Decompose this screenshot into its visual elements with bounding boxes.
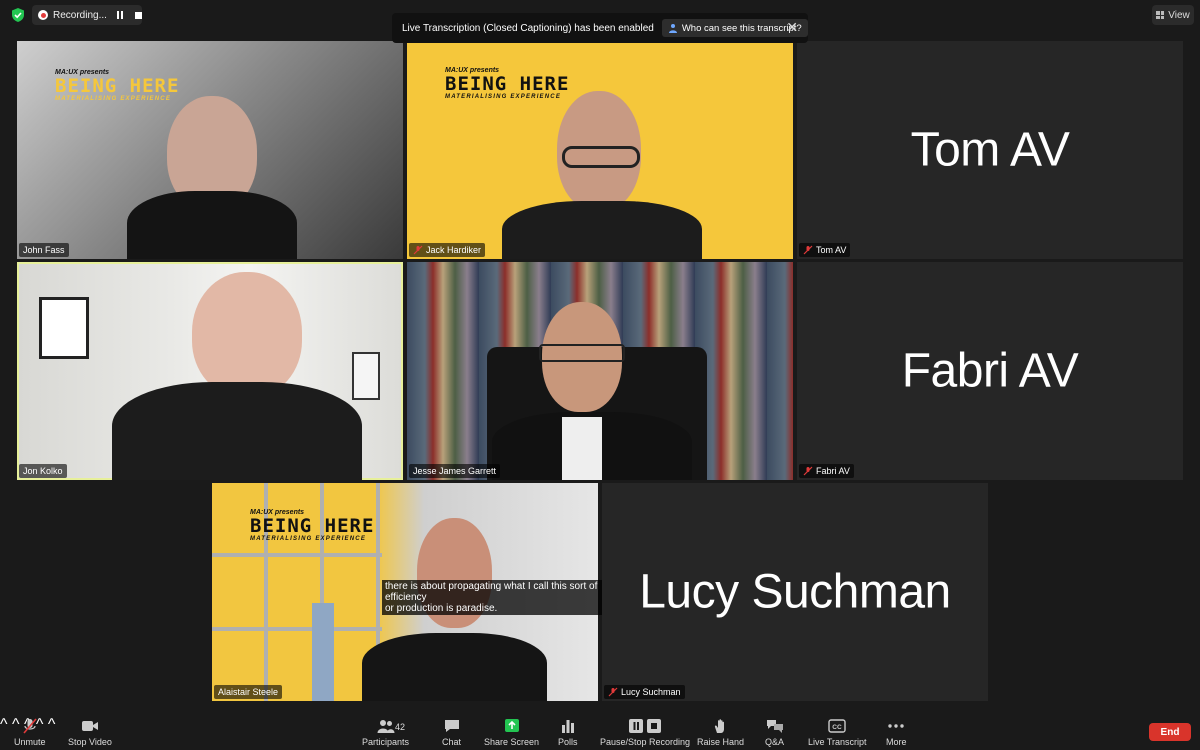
video-tile-jesse-james-garrett[interactable]: Jesse James Garrett xyxy=(407,262,793,480)
camera-icon xyxy=(81,721,98,731)
qa-button[interactable]: Q&A xyxy=(765,718,784,747)
participants-icon xyxy=(377,720,395,733)
mic-muted-icon xyxy=(803,466,813,476)
participant-torso xyxy=(112,382,362,480)
mic-muted-icon xyxy=(803,245,813,255)
meeting-toolbar: Unmute ^ Stop Video ^ Participants 42 ^ … xyxy=(0,716,1200,750)
cc-icon: CC xyxy=(828,719,846,733)
shield-icon[interactable] xyxy=(10,7,26,23)
polls-icon xyxy=(561,720,574,733)
view-button[interactable]: View xyxy=(1152,5,1194,25)
mic-muted-icon xyxy=(608,687,618,697)
participant-torso xyxy=(362,633,547,701)
close-icon[interactable]: ✕ xyxy=(786,20,798,34)
svg-text:CC: CC xyxy=(833,724,843,731)
name-tag: Jesse James Garrett xyxy=(409,464,501,478)
skyscraper xyxy=(312,603,334,701)
glasses xyxy=(562,146,640,168)
participant-torso xyxy=(127,191,297,259)
polls-button[interactable]: Polls xyxy=(558,718,578,747)
pause-stop-icon xyxy=(629,719,662,733)
video-tile-tom-av[interactable]: Tom AV Tom AV xyxy=(797,41,1183,259)
caption-line: there is about propagating what I call t… xyxy=(385,581,598,592)
recording-label: Recording... xyxy=(53,9,107,21)
brand-overlay: MA:UX presents BEING HERE MATERIALISING … xyxy=(250,509,375,542)
pause-icon[interactable] xyxy=(116,11,123,19)
participant-name-display: Tom AV xyxy=(910,123,1070,177)
unmute-button[interactable]: Unmute xyxy=(14,718,46,747)
caption-line: efficiency xyxy=(385,592,427,603)
video-tile-jon-kolko[interactable]: Jon Kolko xyxy=(17,262,403,480)
participant-head xyxy=(192,272,302,397)
name-tag: Alaistair Steele xyxy=(214,685,283,699)
video-tile-jack-hardiker[interactable]: MA:UX presents BEING HERE MATERIALISING … xyxy=(407,41,793,259)
live-transcript-button[interactable]: CC Live Transcript xyxy=(808,718,867,747)
more-icon xyxy=(888,724,904,728)
unmute-options-chevron[interactable]: ^ xyxy=(0,716,8,733)
end-meeting-button[interactable]: End xyxy=(1149,723,1191,741)
mic-muted-icon xyxy=(23,718,37,734)
wall-frame xyxy=(39,297,89,359)
name-tag: Tom AV xyxy=(799,243,851,257)
hand-icon xyxy=(714,719,724,733)
stop-icon[interactable] xyxy=(134,11,142,19)
wall-frame xyxy=(352,352,380,400)
share-screen-icon xyxy=(504,719,519,732)
participant-torso xyxy=(502,201,702,259)
transcript-options-chevron[interactable]: ^ xyxy=(48,716,56,733)
qa-icon xyxy=(766,720,783,733)
mic-muted-icon xyxy=(413,245,423,255)
grid-icon xyxy=(1156,11,1165,19)
video-tile-fabri-av[interactable]: Fabri AV Fabri AV xyxy=(797,262,1183,480)
share-screen-button[interactable]: Share Screen xyxy=(484,718,539,747)
shirt xyxy=(562,417,602,480)
participant-name-display: Lucy Suchman xyxy=(639,565,951,619)
name-tag: Jon Kolko xyxy=(19,464,67,478)
transcription-banner: Live Transcription (Closed Captioning) h… xyxy=(392,13,808,43)
raise-hand-button[interactable]: Raise Hand xyxy=(697,718,744,747)
name-tag: Jack Hardiker xyxy=(409,243,486,257)
participant-name-display: Fabri AV xyxy=(901,344,1079,398)
name-tag: Lucy Suchman xyxy=(604,685,685,699)
caption-line: or production is paradise. xyxy=(385,603,498,614)
person-icon xyxy=(668,24,677,33)
video-tile-lucy-suchman[interactable]: Lucy Suchman Lucy Suchman xyxy=(602,483,988,701)
chat-icon xyxy=(444,720,459,732)
participants-count: 42 xyxy=(395,722,406,732)
stop-video-button[interactable]: Stop Video xyxy=(68,718,112,747)
pause-stop-recording-button[interactable]: Pause/Stop Recording xyxy=(600,718,690,747)
name-tag: Fabri AV xyxy=(799,464,854,478)
more-button[interactable]: More xyxy=(886,718,907,747)
live-caption: there is about propagating what I call t… xyxy=(382,580,602,615)
who-can-see-label: Who can see this transcript? xyxy=(681,22,802,34)
recording-indicator[interactable]: Recording... xyxy=(32,5,142,25)
brand-overlay: MA:UX presents BEING HERE MATERIALISING … xyxy=(55,69,180,102)
video-tile-john-fass[interactable]: MA:UX presents BEING HERE MATERIALISING … xyxy=(17,41,403,259)
record-icon xyxy=(38,10,48,20)
view-label: View xyxy=(1168,9,1190,21)
glasses xyxy=(539,344,625,362)
name-tag: John Fass xyxy=(19,243,69,257)
banner-text: Live Transcription (Closed Captioning) h… xyxy=(402,22,654,34)
brand-overlay: MA:UX presents BEING HERE MATERIALISING … xyxy=(445,67,570,100)
chat-button[interactable]: Chat xyxy=(442,718,461,747)
